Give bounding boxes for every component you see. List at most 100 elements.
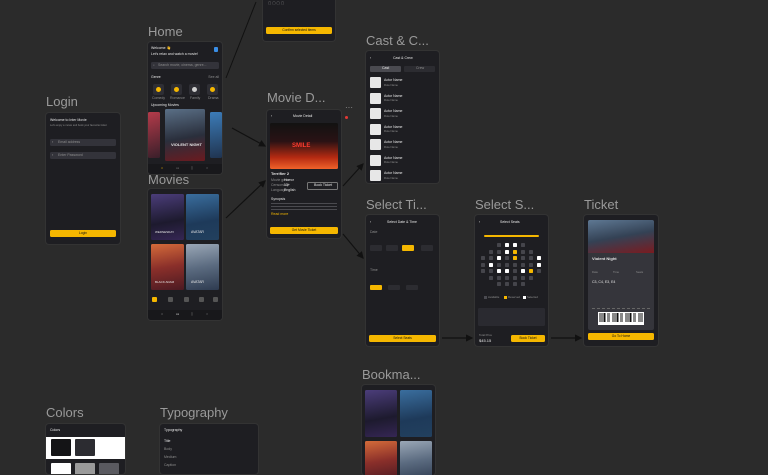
read-more-link[interactable]: Read more: [271, 212, 288, 217]
seat[interactable]: [489, 256, 493, 260]
seat[interactable]: [497, 256, 501, 260]
nav-home-icon[interactable]: ⌂: [161, 166, 163, 171]
time-chip-selected[interactable]: [370, 285, 382, 290]
seat[interactable]: [537, 269, 541, 273]
seat[interactable]: [521, 262, 525, 267]
seat[interactable]: [529, 275, 533, 280]
seat[interactable]: [513, 269, 517, 273]
seat[interactable]: [521, 256, 525, 260]
category-drama[interactable]: [207, 84, 218, 95]
seat[interactable]: [529, 269, 533, 273]
list-item[interactable]: Actor Name Role Name: [370, 77, 436, 93]
get-ticket-button[interactable]: Get Movie Ticket: [270, 227, 338, 234]
bookmark-poster-wednesday[interactable]: [365, 390, 397, 437]
seat[interactable]: [529, 262, 533, 267]
seat[interactable]: [497, 262, 501, 267]
seat[interactable]: [513, 282, 517, 286]
tab-cast[interactable]: Cast: [370, 66, 401, 72]
seat[interactable]: [489, 269, 493, 273]
seat[interactable]: [505, 269, 509, 273]
poster-wednesday[interactable]: WEDNESDAY: [151, 194, 184, 240]
date-chip[interactable]: [370, 245, 382, 251]
date-chip-selected[interactable]: [402, 245, 414, 251]
seat[interactable]: [505, 275, 509, 280]
seat[interactable]: [513, 256, 517, 260]
poster-avatar-1[interactable]: AVATAR: [186, 194, 219, 240]
back-icon[interactable]: ‹: [370, 220, 371, 225]
tab-crew[interactable]: Crew: [404, 66, 435, 72]
nav-profile-icon[interactable]: ○: [206, 166, 208, 171]
seat[interactable]: [497, 269, 501, 273]
see-all-link[interactable]: See all: [208, 75, 219, 80]
seat[interactable]: [513, 249, 517, 254]
go-home-button[interactable]: Go To Home: [588, 333, 654, 340]
seat[interactable]: [537, 262, 541, 267]
nav-home-icon[interactable]: ⌂: [161, 312, 163, 317]
seat[interactable]: [505, 243, 509, 247]
time-chip[interactable]: [388, 285, 400, 290]
more-menu-icon[interactable]: ···: [345, 104, 353, 112]
login-button[interactable]: Login: [50, 230, 116, 237]
seat[interactable]: [529, 256, 533, 260]
poster-violent-night[interactable]: VIOLENT NIGHT: [165, 109, 205, 161]
category-comedy[interactable]: [153, 84, 164, 95]
poster-black-adam[interactable]: BLACK ADAM: [151, 244, 184, 290]
list-item[interactable]: Actor Name Role Name: [370, 123, 436, 140]
seat[interactable]: [505, 249, 509, 254]
page-dot-active[interactable]: [152, 297, 157, 302]
nav-bookmark-icon[interactable]: ▯: [191, 312, 193, 317]
page-dot[interactable]: [213, 297, 218, 302]
page-dot[interactable]: [184, 297, 189, 302]
seat[interactable]: [521, 249, 525, 254]
seat[interactable]: [497, 249, 501, 254]
seat[interactable]: [489, 262, 493, 267]
book-ticket-small-button[interactable]: Book Ticket: [307, 182, 338, 190]
back-icon[interactable]: ‹: [271, 114, 272, 119]
page-dot[interactable]: [199, 297, 204, 302]
seat[interactable]: [497, 282, 501, 286]
poster-right-partial[interactable]: [210, 112, 222, 158]
search-input[interactable]: ⌕ Search movie, cinema, genre...: [151, 62, 219, 69]
page-dot[interactable]: [168, 297, 173, 302]
seat[interactable]: [497, 243, 501, 247]
seat[interactable]: [489, 275, 493, 280]
seat[interactable]: [505, 262, 509, 267]
back-icon[interactable]: ‹: [479, 220, 480, 225]
list-item[interactable]: Actor Name Role Name: [370, 154, 436, 171]
seat[interactable]: [513, 275, 517, 280]
seat[interactable]: [521, 243, 525, 247]
book-ticket-button[interactable]: Book Ticket: [511, 335, 545, 342]
seat[interactable]: [537, 256, 541, 260]
list-item[interactable]: Actor Name Role Name: [370, 108, 436, 124]
poster-avatar-2[interactable]: AVATAR: [186, 244, 219, 290]
seat[interactable]: [529, 249, 533, 254]
list-item[interactable]: Actor Name Role Name: [370, 92, 436, 109]
seat[interactable]: [521, 282, 525, 286]
nav-bookmark-icon[interactable]: ▯: [191, 166, 193, 171]
category-family[interactable]: [189, 84, 200, 95]
seat[interactable]: [489, 249, 493, 254]
seat[interactable]: [481, 269, 485, 273]
nav-profile-icon[interactable]: ○: [206, 312, 208, 317]
seat[interactable]: [505, 256, 509, 260]
bookmark-poster-avatar[interactable]: [400, 390, 432, 437]
seat[interactable]: [513, 243, 517, 247]
list-item[interactable]: Actor Name Role Name: [370, 170, 436, 183]
seat[interactable]: [521, 275, 525, 280]
list-item[interactable]: Actor Name Role Name: [370, 139, 436, 155]
seat[interactable]: [497, 275, 501, 280]
back-icon[interactable]: ‹: [370, 56, 371, 61]
bell-icon[interactable]: [214, 47, 218, 52]
poster-left-partial[interactable]: [148, 112, 160, 158]
seat[interactable]: [481, 262, 485, 267]
seat[interactable]: [513, 262, 517, 267]
seat[interactable]: [481, 256, 485, 260]
category-romance[interactable]: [171, 84, 182, 95]
date-chip[interactable]: [386, 245, 398, 251]
email-field[interactable]: ▪ Email address: [50, 139, 116, 146]
seat[interactable]: [505, 282, 509, 286]
password-field[interactable]: ▪ Enter Password: [50, 152, 116, 159]
nav-ticket-icon[interactable]: ▭: [176, 312, 179, 317]
nav-ticket-icon[interactable]: ▭: [176, 166, 179, 171]
date-chip[interactable]: [421, 245, 433, 251]
